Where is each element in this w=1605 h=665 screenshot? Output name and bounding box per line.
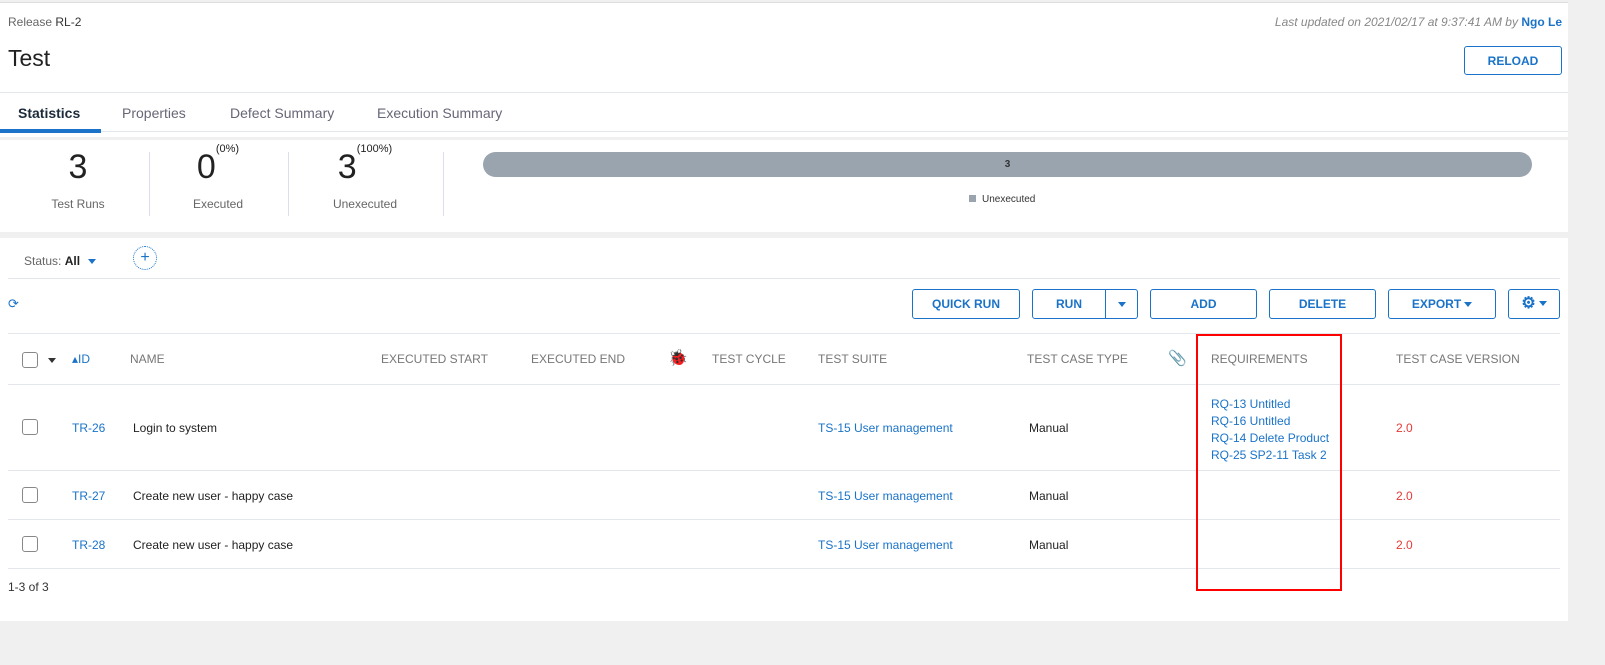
statistics-panel: 3 Test Runs 0(0%) Executed 3(100%) Unexecut… xyxy=(0,140,1568,232)
column-header-executed-start[interactable]: EXECUTED START xyxy=(381,352,488,366)
stat-executed: 0(0%) Executed xyxy=(158,143,278,211)
chevron-down-icon xyxy=(1538,301,1547,307)
status-value: All xyxy=(64,254,81,268)
progress-bar-unexecuted: 3 xyxy=(483,152,1532,177)
unexecuted-count: 3 xyxy=(337,148,357,186)
export-label: EXPORT xyxy=(1411,297,1462,311)
tab-statistics[interactable]: Statistics xyxy=(18,105,80,121)
page-title: Test xyxy=(8,45,51,71)
executed-count: 0 xyxy=(196,148,216,186)
add-filter-button[interactable]: + xyxy=(133,246,157,270)
test-run-name: Create new user - happy case xyxy=(133,489,294,503)
bug-icon: 🐞 xyxy=(668,350,688,367)
settings-button[interactable]: ⚙ xyxy=(1508,289,1560,319)
refresh-icon[interactable]: ⟳ xyxy=(8,296,19,312)
chevron-down-icon xyxy=(1464,302,1473,308)
column-header-name[interactable]: NAME xyxy=(130,352,165,366)
add-button[interactable]: ADD xyxy=(1150,289,1257,319)
test-suite-link[interactable]: TS-15 User management xyxy=(818,489,953,503)
column-header-test-case-type[interactable]: TEST CASE TYPE xyxy=(1027,352,1128,366)
tab-defect-summary[interactable]: Defect Summary xyxy=(230,105,334,121)
tab-bar: Statistics Properties Defect Summary Exe… xyxy=(0,92,1568,133)
updated-by-link[interactable]: Ngo Le xyxy=(1521,15,1562,29)
divider xyxy=(443,152,444,216)
chevron-down-icon[interactable] xyxy=(48,358,56,363)
release-id: RL-2 xyxy=(55,15,82,29)
legend-label: Unexecuted xyxy=(982,194,1036,205)
tab-execution-summary[interactable]: Execution Summary xyxy=(377,105,502,121)
unexecuted-percent: (100%) xyxy=(356,142,393,155)
test-run-name: Create new user - happy case xyxy=(133,538,294,552)
last-updated: Last updated on 2021/02/17 at 9:37:41 AM… xyxy=(1275,15,1562,29)
test-case-version: 2.0 xyxy=(1396,489,1413,503)
select-all-checkbox[interactable] xyxy=(22,352,38,368)
breadcrumb: Release RL-2 xyxy=(8,15,81,29)
run-dropdown-button[interactable] xyxy=(1105,289,1138,319)
test-case-type: Manual xyxy=(1029,538,1069,552)
legend-swatch xyxy=(969,195,976,202)
test-case-version: 2.0 xyxy=(1396,538,1413,552)
test-suite-link[interactable]: TS-15 User management xyxy=(818,421,953,435)
quick-run-button[interactable]: QUICK RUN xyxy=(912,289,1020,319)
tab-properties[interactable]: Properties xyxy=(122,105,186,121)
release-label: Release xyxy=(8,15,53,29)
column-header-test-suite[interactable]: TEST SUITE xyxy=(818,352,887,366)
test-run-id-link[interactable]: TR-26 xyxy=(72,421,105,435)
unexecuted-label: Unexecuted xyxy=(332,197,398,211)
row-checkbox[interactable] xyxy=(22,419,38,435)
divider xyxy=(8,278,1560,279)
test-run-id-link[interactable]: TR-28 xyxy=(72,538,105,552)
status-label: Status: xyxy=(24,254,62,268)
test-runs-label: Test Runs xyxy=(51,197,105,211)
test-run-name: Login to system xyxy=(133,421,218,435)
header-label: ID xyxy=(78,352,91,366)
status-filter[interactable]: Status: All xyxy=(24,254,97,268)
delete-button[interactable]: DELETE xyxy=(1269,289,1376,319)
pagination-count: 1-3 of 3 xyxy=(8,580,49,594)
test-runs-count: 3 xyxy=(68,148,88,186)
updated-text: Last updated on 2021/02/17 at 9:37:41 AM… xyxy=(1274,15,1518,29)
column-header-test-cycle[interactable]: TEST CYCLE xyxy=(712,352,786,366)
requirements-highlight-box xyxy=(1196,334,1342,591)
export-button[interactable]: EXPORT xyxy=(1388,289,1496,319)
executed-label: Executed xyxy=(192,197,244,211)
column-header-executed-end[interactable]: EXECUTED END xyxy=(531,352,625,366)
reload-button[interactable]: RELOAD xyxy=(1464,46,1562,75)
row-checkbox[interactable] xyxy=(22,536,38,552)
test-suite-link[interactable]: TS-15 User management xyxy=(818,538,953,552)
column-header-id[interactable]: ▴ID xyxy=(72,352,90,366)
executed-percent: (0%) xyxy=(215,142,240,155)
test-case-type: Manual xyxy=(1029,489,1069,503)
stat-test-runs: 3 Test Runs xyxy=(18,148,138,211)
divider xyxy=(288,152,289,216)
chevron-down-icon xyxy=(1117,302,1126,308)
test-case-type: Manual xyxy=(1029,421,1069,435)
active-tab-indicator xyxy=(0,129,101,133)
run-button[interactable]: RUN xyxy=(1032,289,1106,319)
chart-legend: Unexecuted xyxy=(969,194,1035,205)
gear-icon: ⚙ xyxy=(1521,295,1536,312)
chevron-down-icon xyxy=(88,259,97,265)
divider xyxy=(149,152,150,216)
test-run-id-link[interactable]: TR-27 xyxy=(72,489,105,503)
column-header-test-case-version[interactable]: TEST CASE VERSION xyxy=(1396,352,1520,366)
test-case-version: 2.0 xyxy=(1396,421,1413,435)
paperclip-icon: 📎 xyxy=(1168,350,1187,367)
row-checkbox[interactable] xyxy=(22,487,38,503)
stat-unexecuted: 3(100%) Unexecuted xyxy=(300,143,430,211)
